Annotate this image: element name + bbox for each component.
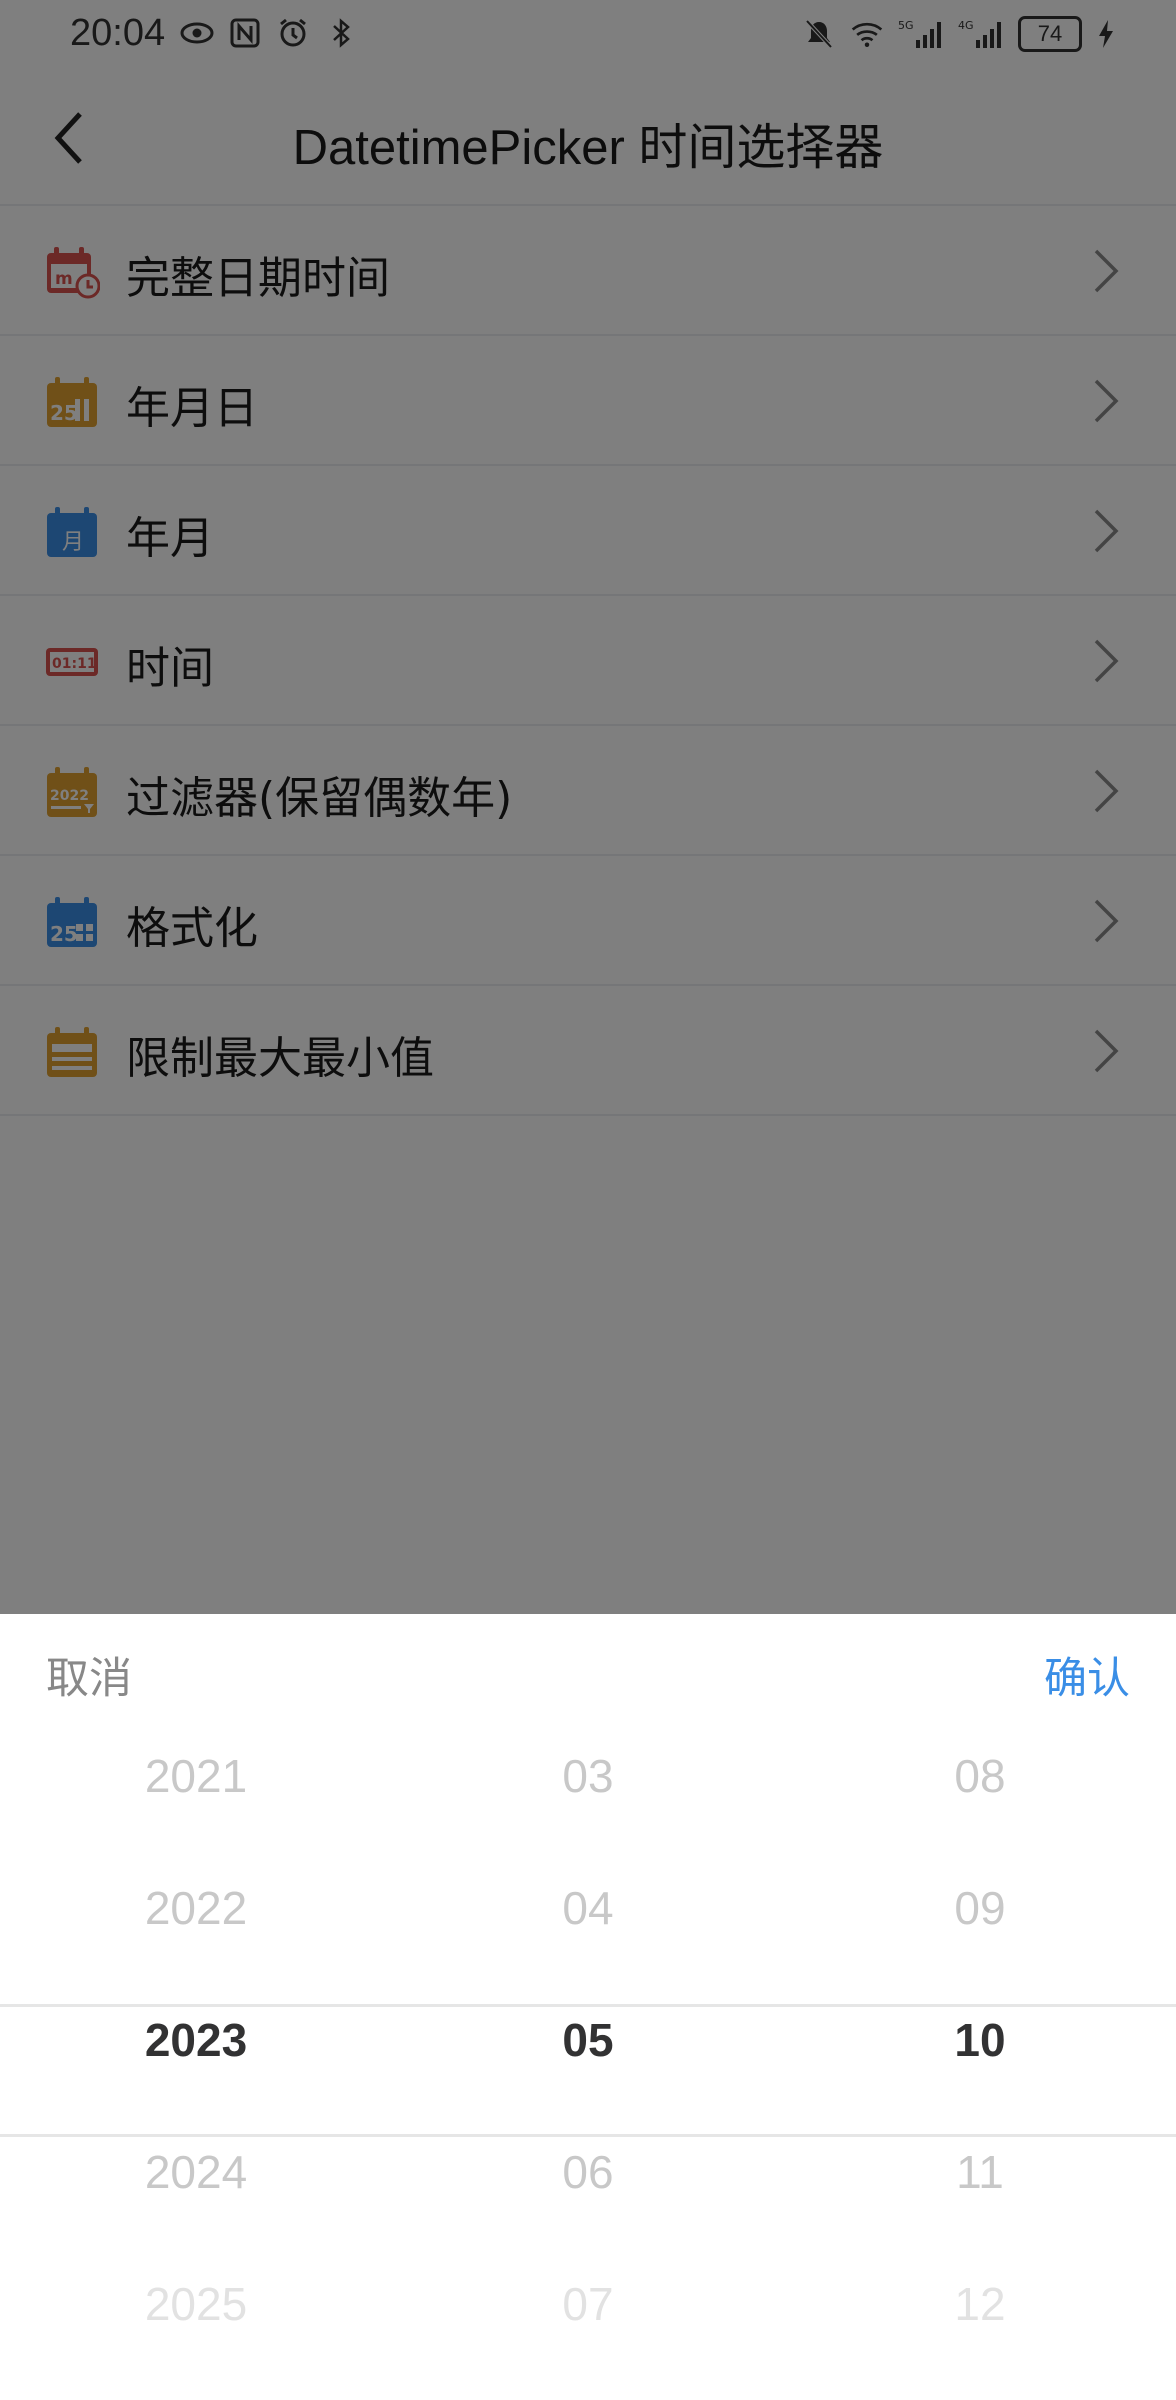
- picker-option[interactable]: 04: [392, 1881, 784, 1935]
- picker-column-month[interactable]: 03 04 05 06 07: [392, 1705, 784, 2365]
- picker-option[interactable]: 11: [784, 2145, 1176, 2199]
- selection-line-top: [0, 2004, 1176, 2007]
- picker-option[interactable]: 12: [784, 2277, 1176, 2331]
- picker-option[interactable]: 03: [392, 1749, 784, 1803]
- cancel-button[interactable]: 取消: [46, 1644, 132, 1706]
- picker-option[interactable]: 2022: [0, 1881, 392, 1935]
- picker-option[interactable]: 2025: [0, 2277, 392, 2331]
- picker-option[interactable]: 08: [784, 1749, 1176, 1803]
- picker-option[interactable]: 07: [392, 2277, 784, 2331]
- picker-option-selected[interactable]: 10: [784, 2013, 1176, 2067]
- datetime-picker-popup: 取消 确认 2021 2022 2023 2024 2025 03 04 05 …: [0, 1614, 1176, 2400]
- picker-option-selected[interactable]: 2023: [0, 2013, 392, 2067]
- picker-option-selected[interactable]: 05: [392, 2013, 784, 2067]
- picker-column-day[interactable]: 08 09 10 11 12: [784, 1705, 1176, 2365]
- picker-columns: 2021 2022 2023 2024 2025 03 04 05 06 07 …: [0, 1705, 1176, 2365]
- modal-overlay[interactable]: [0, 0, 1176, 1614]
- selection-line-bottom: [0, 2134, 1176, 2137]
- picker-option[interactable]: 09: [784, 1881, 1176, 1935]
- picker-option[interactable]: 2024: [0, 2145, 392, 2199]
- picker-option[interactable]: 06: [392, 2145, 784, 2199]
- confirm-button[interactable]: 确认: [1044, 1644, 1130, 1706]
- picker-option[interactable]: 2021: [0, 1749, 392, 1803]
- picker-column-year[interactable]: 2021 2022 2023 2024 2025: [0, 1705, 392, 2365]
